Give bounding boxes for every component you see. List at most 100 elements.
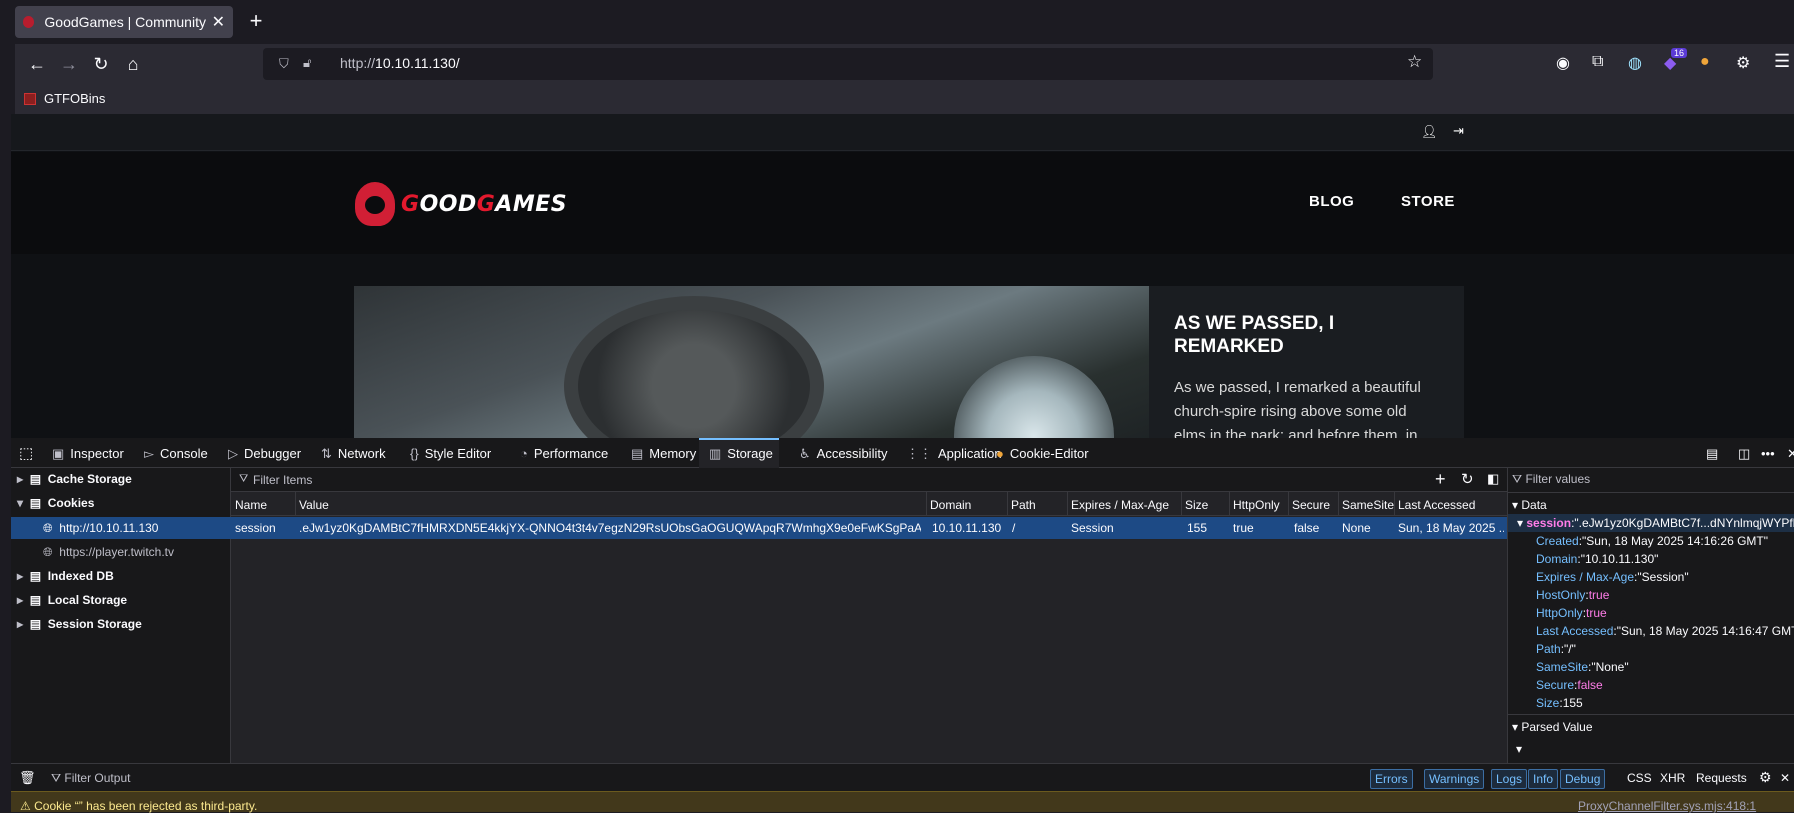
refresh-icon[interactable]: ↻	[1461, 470, 1474, 488]
tree-indexed-db[interactable]: ▸ ▤ Indexed DB	[17, 565, 114, 587]
tab-style-editor[interactable]: {} Style Editor	[410, 446, 491, 461]
tab-accessibility[interactable]: ♿︎ Accessibility	[799, 446, 887, 462]
url-text[interactable]: http://10.10.11.130/	[340, 55, 460, 71]
column-divider[interactable]	[1229, 492, 1230, 516]
secure-entry[interactable]: Secure:false	[1536, 676, 1603, 694]
column-path[interactable]: Path	[1011, 498, 1036, 512]
column-expires[interactable]: Expires / Max-Age	[1071, 498, 1169, 512]
cell-domain[interactable]: 10.10.11.130	[932, 521, 1004, 535]
tab-storage[interactable]: ▥ Storage	[709, 446, 773, 462]
size-entry[interactable]: Size:155	[1536, 694, 1583, 712]
data-section-header[interactable]: ▾ Data	[1512, 496, 1547, 514]
extensions-icon[interactable]: ⧉	[1592, 53, 1603, 71]
column-value[interactable]: Value	[299, 498, 329, 512]
console-warning-message[interactable]: ⚠ Cookie “” has been rejected as third-p…	[20, 799, 257, 813]
column-divider[interactable]	[1181, 492, 1182, 516]
cell-value[interactable]: .eJw1yz0KgDAMBtC7fHMRXDN5E4kkjYX-QNNO4t3…	[299, 521, 921, 535]
column-httponly[interactable]: HttpOnly	[1233, 498, 1280, 512]
column-divider[interactable]	[1288, 492, 1289, 516]
cell-last-accessed[interactable]: Sun, 18 May 2025 ...	[1398, 521, 1504, 535]
tab-inspector[interactable]: ▣ Inspector	[52, 446, 124, 462]
filter-info-button[interactable]: Info	[1528, 769, 1559, 789]
column-divider[interactable]	[1394, 492, 1395, 516]
cell-samesite[interactable]: None	[1342, 521, 1392, 535]
tree-cookie-host-twitch[interactable]: 🌐︎ https://player.twitch.tv	[43, 541, 174, 563]
trash-icon[interactable]: 🗑︎	[19, 770, 36, 786]
httponly-entry[interactable]: HttpOnly:true	[1536, 604, 1607, 622]
column-divider[interactable]	[295, 492, 296, 516]
expires-entry[interactable]: Expires / Max-Age:"Session"	[1536, 568, 1689, 586]
menu-blog[interactable]: BLOG	[1309, 193, 1354, 210]
tree-local-storage[interactable]: ▸ ▤ Local Storage	[17, 589, 127, 611]
tab-application[interactable]: ⋮⋮ Application	[906, 446, 1002, 462]
column-samesite[interactable]: SameSite	[1342, 498, 1394, 512]
session-entry[interactable]: ▾ session:".eJw1yz0KgDAMBtC7f...dNYnlmqj…	[1517, 514, 1794, 532]
filter-items-input[interactable]: Filter Items	[253, 473, 312, 487]
shield-icon[interactable]: ⛉	[279, 56, 289, 72]
tab-cookie-editor[interactable]: ● Cookie-Editor	[996, 446, 1089, 461]
back-arrow-icon[interactable]: ←	[25, 52, 49, 76]
close-console-icon[interactable]: ✕	[1780, 771, 1790, 785]
add-item-icon[interactable]: +	[1435, 469, 1446, 490]
tree-cookies[interactable]: ▾ ▤ Cookies	[17, 492, 94, 514]
element-picker-icon[interactable]: ⬚	[19, 444, 33, 462]
insecure-lock-icon[interactable]: 🔓︎	[303, 55, 311, 71]
warning-source-link[interactable]: ProxyChannelFilter.sys.mjs:418:1	[1578, 799, 1756, 813]
filter-debug-button[interactable]: Debug	[1560, 769, 1606, 789]
hostonly-entry[interactable]: HostOnly:true	[1536, 586, 1609, 604]
filter-logs-button[interactable]: Logs	[1491, 769, 1528, 789]
reload-icon[interactable]: ↻	[89, 52, 113, 76]
close-devtools-icon[interactable]: ✕	[1787, 446, 1794, 462]
filter-values-input[interactable]: ⛛ Filter values	[1512, 470, 1590, 488]
expand-arrow-icon[interactable]: ▸	[17, 472, 23, 486]
more-options-icon[interactable]: •••	[1761, 446, 1775, 461]
expand-arrow-icon[interactable]: ▸	[17, 569, 23, 583]
bookmark-gtfobins[interactable]: GTFOBins	[24, 91, 105, 106]
column-divider[interactable]	[1338, 492, 1339, 516]
parsed-value-section-header[interactable]: ▾ Parsed Value	[1512, 718, 1593, 736]
browser-tab[interactable]: GoodGames | Community ✕	[15, 6, 233, 38]
tab-memory[interactable]: ▤ Memory	[631, 446, 696, 462]
column-size[interactable]: Size	[1185, 498, 1208, 512]
home-icon[interactable]: ⌂	[121, 52, 145, 76]
filter-xhr-button[interactable]: XHR	[1660, 771, 1685, 785]
column-last-accessed[interactable]: Last Accessed	[1398, 498, 1475, 512]
dock-icon[interactable]: ◫	[1738, 446, 1750, 462]
tree-session-storage[interactable]: ▸ ▤ Session Storage	[17, 613, 142, 635]
account-icon[interactable]: ◉	[1556, 53, 1570, 73]
hero-image[interactable]	[354, 286, 1149, 438]
column-domain[interactable]: Domain	[930, 498, 971, 512]
app-menu-icon[interactable]: ☰	[1774, 51, 1790, 72]
filter-css-button[interactable]: CSS	[1627, 771, 1652, 785]
close-tab-icon[interactable]: ✕	[212, 12, 225, 32]
console-settings-gear-icon[interactable]: ⚙	[1759, 769, 1772, 786]
created-entry[interactable]: Created:"Sun, 18 May 2025 14:16:26 GMT"	[1536, 532, 1768, 550]
menu-store[interactable]: STORE	[1401, 193, 1455, 210]
tree-cache-storage[interactable]: ▸ ▤ Cache Storage	[17, 468, 132, 490]
foxyproxy-icon[interactable]: ◍	[1628, 53, 1642, 73]
tab-performance[interactable]: ◔ Performance	[520, 446, 608, 461]
tab-debugger[interactable]: ▷ Debugger	[228, 446, 301, 462]
column-divider[interactable]	[1007, 492, 1008, 516]
cell-expires[interactable]: Session	[1071, 521, 1179, 535]
expand-arrow-icon[interactable]: ▸	[17, 617, 23, 631]
tab-network[interactable]: ⇅ Network	[321, 446, 386, 462]
last-accessed-entry[interactable]: Last Accessed:"Sun, 18 May 2025 14:16:47…	[1536, 622, 1794, 640]
filter-warnings-button[interactable]: Warnings	[1424, 769, 1485, 789]
sidebar-toggle-icon[interactable]: ▤	[1706, 446, 1718, 462]
column-name[interactable]: Name	[235, 498, 267, 512]
bookmark-star-icon[interactable]: ☆	[1407, 52, 1422, 72]
cell-secure[interactable]: false	[1294, 521, 1336, 535]
new-tab-button[interactable]: +	[244, 10, 268, 34]
cookie-editor-icon[interactable]: ●	[1700, 53, 1710, 71]
parsed-collapse-arrow-icon[interactable]: ▾	[1516, 740, 1522, 758]
collapse-arrow-icon[interactable]: ▾	[17, 496, 23, 510]
cell-name[interactable]: session	[235, 521, 293, 535]
user-icon[interactable]: 👤︎	[1421, 124, 1438, 140]
tree-cookie-host-local[interactable]: 🌐︎ http://10.10.11.130	[43, 517, 158, 539]
cell-httponly[interactable]: true	[1233, 521, 1287, 535]
expand-arrow-icon[interactable]: ▸	[17, 593, 23, 607]
post-title[interactable]: AS WE PASSED, I REMARKED	[1174, 312, 1434, 358]
column-divider[interactable]	[1067, 492, 1068, 516]
tab-console[interactable]: ▻ Console	[144, 446, 208, 462]
